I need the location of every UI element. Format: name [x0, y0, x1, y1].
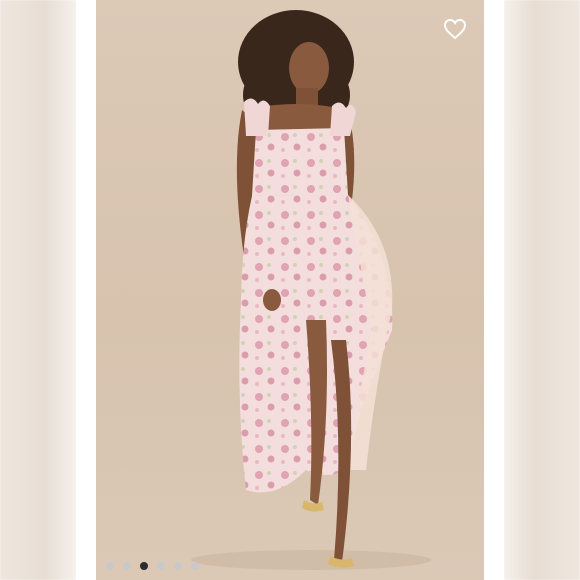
- frame-gutter-left: [76, 0, 96, 580]
- blurred-backdrop-right: [504, 0, 580, 580]
- carousel-dot[interactable]: [174, 562, 182, 570]
- blurred-backdrop-left: [0, 0, 76, 580]
- carousel-dot[interactable]: [106, 562, 114, 570]
- frame-gutter-right: [484, 0, 504, 580]
- carousel-dot[interactable]: [140, 562, 148, 570]
- carousel-indicator: [0, 560, 580, 572]
- listing-photo[interactable]: [96, 0, 484, 580]
- model-in-floral-dress-illustration: [191, 10, 431, 570]
- favorite-button[interactable]: [440, 14, 470, 44]
- carousel-dot[interactable]: [123, 562, 131, 570]
- carousel-dot[interactable]: [157, 562, 165, 570]
- carousel-dot[interactable]: [191, 562, 199, 570]
- heart-outline-icon: [443, 18, 467, 40]
